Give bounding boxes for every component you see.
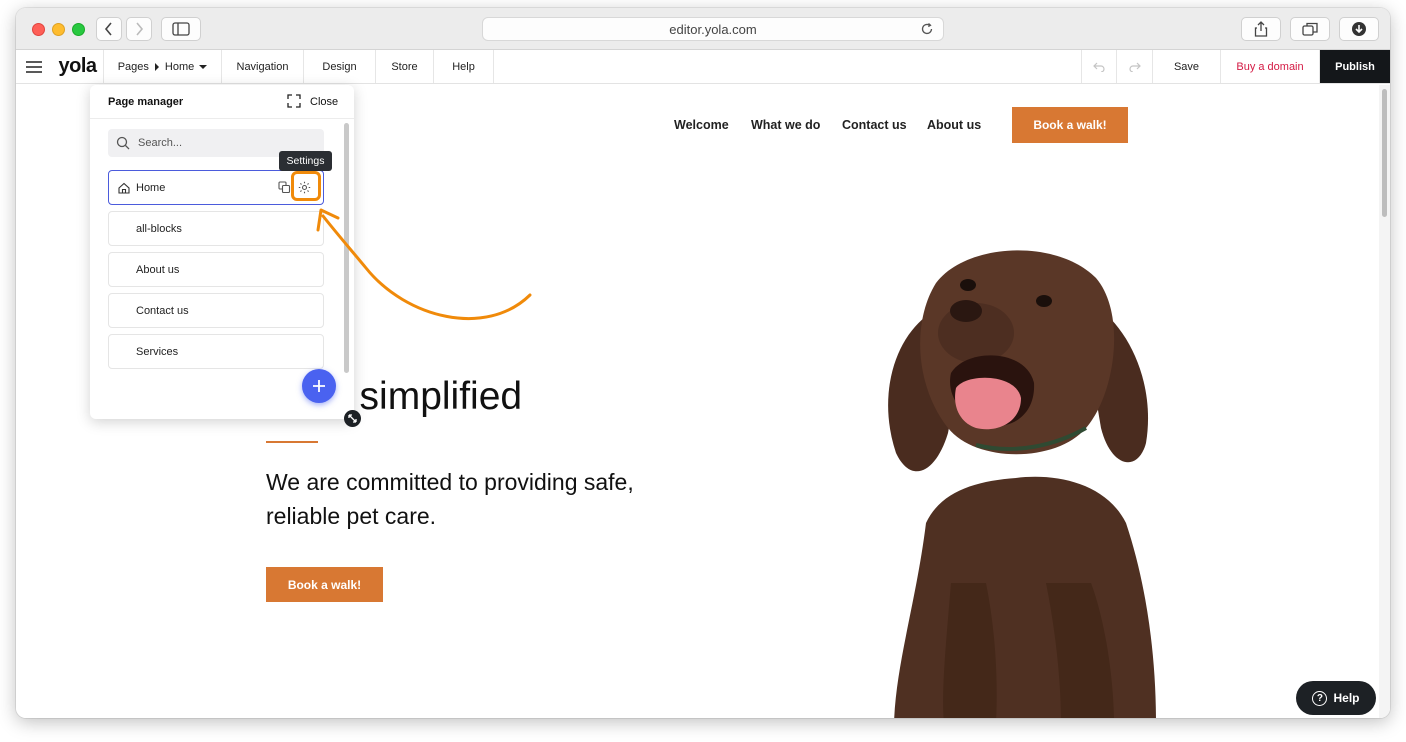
sidebar-toggle-button[interactable] [161,17,201,41]
home-icon [118,182,130,194]
downloads-button[interactable] [1339,17,1379,41]
share-icon [1254,21,1268,37]
minimize-window-button[interactable] [52,23,65,36]
page-manager-panel: Page manager Close Search... Home all-bl… [90,85,354,419]
close-window-button[interactable] [32,23,45,36]
plus-icon [313,380,325,392]
search-icon [116,136,130,150]
site-nav-what-we-do[interactable]: What we do [751,118,820,132]
buy-domain-button[interactable]: Buy a domain [1221,50,1320,83]
page-item-contact-us[interactable]: Contact us [108,293,324,328]
page-scrollbar[interactable] [1379,85,1390,718]
reload-icon[interactable] [919,21,935,37]
main-menu-button[interactable] [16,50,52,83]
undo-icon [1093,62,1105,72]
editor-toolbar: yola Pages Home Navigation Design Store … [16,50,1390,84]
page-manager-title: Page manager [108,96,184,108]
question-icon: ? [1312,690,1328,706]
duplicate-icon[interactable] [278,181,291,194]
current-page-label: Home [164,60,195,73]
close-button[interactable]: Close [310,96,338,108]
pages-label: Pages [117,60,149,73]
share-button[interactable] [1241,17,1281,41]
browser-chrome: editor.yola.com [16,8,1390,50]
yola-logo: yola [52,50,104,83]
page-item-label: About us [136,263,180,276]
page-manager-header: Page manager Close [90,85,354,119]
page-item-label: all-blocks [136,222,182,235]
search-placeholder: Search... [138,137,183,149]
browser-window: editor.yola.com yola Pages Home Navigati… [16,8,1390,718]
hero-subtitle: We are committed to providing safe, reli… [266,469,634,529]
resize-icon [348,414,357,423]
pages-dropdown[interactable]: Pages Home [104,50,222,83]
chevron-right-icon [136,22,144,36]
page-item-label: Contact us [136,304,189,317]
expand-icon[interactable] [287,94,301,108]
settings-tooltip: Settings [279,151,332,171]
tabs-icon [1302,22,1318,36]
site-nav-contact-us[interactable]: Contact us [842,118,907,132]
undo-button[interactable] [1081,50,1117,83]
caret-down-icon [199,64,208,69]
forward-button[interactable] [126,17,152,41]
page-item-label: Services [136,345,179,358]
redo-icon [1128,62,1141,72]
save-button[interactable]: Save [1153,50,1221,83]
page-manager-scrollbar[interactable] [344,123,349,373]
page-scrollbar-thumb[interactable] [1382,89,1387,217]
publish-button[interactable]: Publish [1320,50,1390,83]
tabs-button[interactable] [1290,17,1330,41]
store-menu[interactable]: Store [376,50,434,83]
chevron-left-icon [104,22,112,36]
caret-right-icon [154,62,159,71]
site-nav-welcome[interactable]: Welcome [674,118,729,132]
page-item-about-us[interactable]: About us [108,252,324,287]
navigation-menu[interactable]: Navigation [222,50,304,83]
add-page-button[interactable] [302,369,336,403]
page-item-all-blocks[interactable]: all-blocks [108,211,324,246]
download-icon [1352,22,1366,36]
hero-book-walk-button[interactable]: Book a walk! [266,567,383,602]
settings-highlight [291,171,321,201]
help-button[interactable]: ? Help [1296,681,1376,715]
help-menu[interactable]: Help [434,50,494,83]
design-menu[interactable]: Design [304,50,376,83]
redo-button[interactable] [1117,50,1153,83]
hero-divider [266,441,318,443]
hamburger-icon [26,60,42,73]
back-button[interactable] [96,17,122,41]
header-book-walk-button[interactable]: Book a walk! [1012,107,1128,143]
help-button-label: Help [1333,691,1360,705]
zoom-window-button[interactable] [72,23,85,36]
resize-handle[interactable] [344,410,361,427]
page-item-services[interactable]: Services [108,334,324,369]
puppy-image [888,250,1156,718]
sidebar-icon [172,22,190,36]
address-bar[interactable]: editor.yola.com [482,17,944,41]
page-item-label: Home [136,181,166,194]
url-text: editor.yola.com [669,21,757,37]
toolbar-actions: Save Buy a domain Publish [1081,50,1390,83]
site-nav-about-us[interactable]: About us [927,118,981,132]
